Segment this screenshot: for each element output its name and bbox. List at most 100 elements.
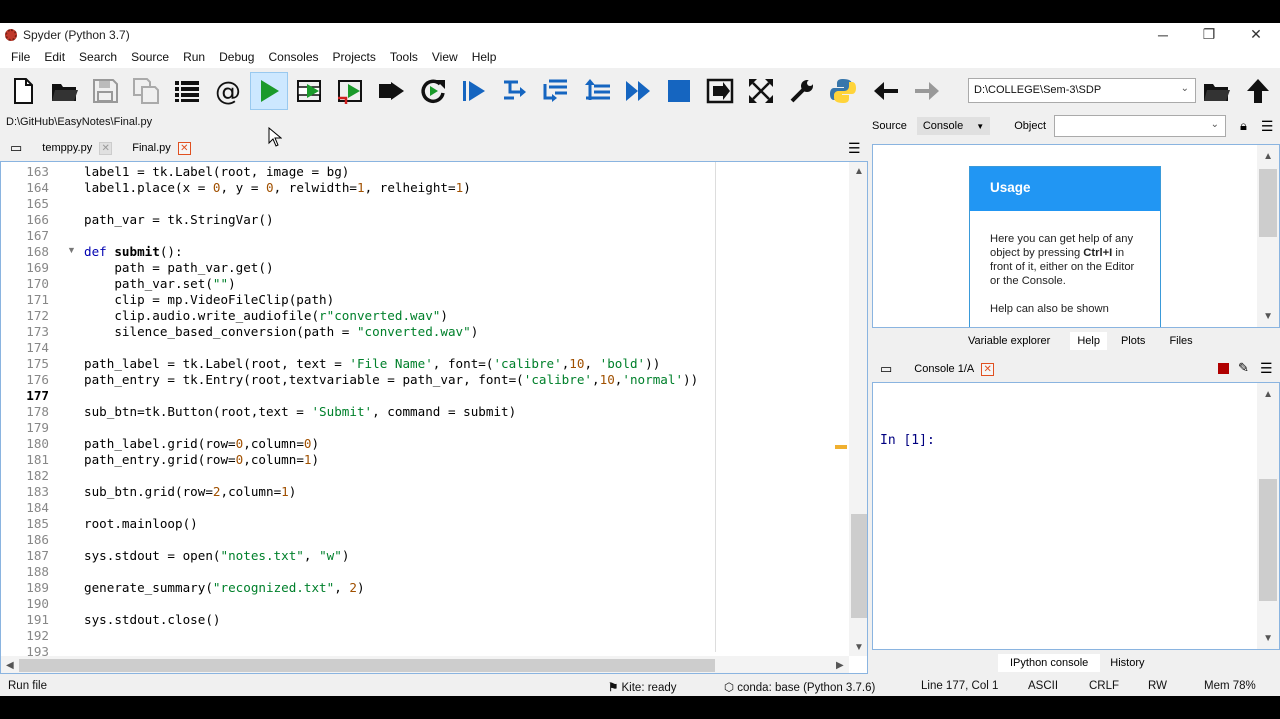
scroll-left-icon[interactable]: ◀: [6, 660, 14, 671]
close-tab-icon[interactable]: ✕: [99, 141, 113, 155]
warning-marker[interactable]: [835, 445, 847, 449]
stop-kernel-icon[interactable]: [1218, 363, 1229, 374]
code-line[interactable]: 190: [1, 596, 861, 612]
scroll-down-icon[interactable]: ▼: [854, 642, 864, 653]
lock-icon[interactable]: 🔒︎: [1240, 118, 1247, 134]
menu-edit[interactable]: Edit: [37, 50, 72, 64]
menu-projects[interactable]: Projects: [326, 50, 383, 64]
code-line[interactable]: 171 clip = mp.VideoFileClip(path): [1, 292, 861, 308]
menu-view[interactable]: View: [425, 50, 465, 64]
code-line[interactable]: 168 def submit():: [1, 244, 861, 260]
menu-file[interactable]: File: [4, 50, 37, 64]
code-line[interactable]: 178 sub_btn=tk.Button(root,text = 'Submit…: [1, 404, 861, 420]
restore-button[interactable]: ❐: [1186, 23, 1232, 46]
code-line[interactable]: 177: [1, 388, 861, 404]
code-line[interactable]: 181 path_entry.grid(row=0,column=1): [1, 452, 861, 468]
menu-consoles[interactable]: Consoles: [261, 50, 325, 64]
tab-final[interactable]: Final.py ✕: [124, 137, 199, 159]
tab-help[interactable]: Help: [1070, 332, 1107, 350]
working-directory-combo[interactable]: D:\COLLEGE\Sem-3\SDP ⌄: [968, 78, 1196, 103]
editor-options-icon[interactable]: ☰: [848, 140, 861, 157]
scroll-up-icon[interactable]: ▲: [1263, 151, 1273, 162]
menu-run[interactable]: Run: [176, 50, 212, 64]
step-icon[interactable]: [496, 72, 534, 110]
code-line[interactable]: 175 path_label = tk.Label(root, text = 'F…: [1, 356, 861, 372]
ipython-console[interactable]: In [1]: ▲ ▼: [872, 382, 1280, 650]
code-editor[interactable]: 163 label1 = tk.Label(root, image = bg) 16…: [0, 161, 868, 674]
menu-tools[interactable]: Tools: [383, 50, 425, 64]
code-line[interactable]: 192: [1, 628, 861, 644]
continue-icon[interactable]: [619, 72, 657, 110]
tab-plots[interactable]: Plots: [1121, 335, 1145, 347]
run-cell-icon[interactable]: [291, 72, 329, 110]
scroll-down-icon[interactable]: ▼: [1263, 311, 1273, 322]
preferences-icon[interactable]: [783, 72, 821, 110]
outline-icon[interactable]: [168, 72, 206, 110]
fullscreen-icon[interactable]: [742, 72, 780, 110]
tab-temppy[interactable]: temppy.py ✕: [34, 137, 120, 159]
code-line[interactable]: 170 path_var.set(""): [1, 276, 861, 292]
code-line[interactable]: 166 path_var = tk.StringVar(): [1, 212, 861, 228]
eraser-icon[interactable]: ✎: [1238, 360, 1249, 376]
help-options-icon[interactable]: ☰: [1261, 118, 1274, 135]
console-options-icon[interactable]: ☰: [1260, 360, 1273, 377]
tab-files[interactable]: Files: [1169, 335, 1192, 347]
code-line[interactable]: 187 sys.stdout = open("notes.txt", "w"): [1, 548, 861, 564]
code-line[interactable]: 183 sub_btn.grid(row=2,column=1): [1, 484, 861, 500]
code-line[interactable]: 174: [1, 340, 861, 356]
close-tab-icon[interactable]: ✕: [981, 362, 995, 376]
browse-directory-icon[interactable]: [1197, 72, 1235, 110]
save-icon[interactable]: [86, 72, 124, 110]
editor-vertical-scroll-thumb[interactable]: [851, 514, 867, 618]
scroll-up-icon[interactable]: ▲: [1263, 389, 1273, 400]
open-file-icon[interactable]: [45, 72, 83, 110]
back-icon[interactable]: [867, 72, 905, 110]
debug-icon[interactable]: [455, 72, 493, 110]
browse-tabs-icon[interactable]: ▭: [880, 361, 892, 377]
code-line[interactable]: 191 sys.stdout.close(): [1, 612, 861, 628]
code-line[interactable]: 182: [1, 468, 861, 484]
step-return-icon[interactable]: [578, 72, 616, 110]
code-line[interactable]: 180 path_label.grid(row=0,column=0): [1, 436, 861, 452]
parent-directory-icon[interactable]: [1239, 72, 1277, 110]
minimize-button[interactable]: ─: [1140, 23, 1186, 46]
help-source-select[interactable]: Console ▼: [916, 117, 991, 135]
step-into-icon[interactable]: [537, 72, 575, 110]
code-line[interactable]: 169 path = path_var.get(): [1, 260, 861, 276]
run-selection-icon[interactable]: [373, 72, 411, 110]
menu-help[interactable]: Help: [465, 50, 504, 64]
run-cell-advance-icon[interactable]: [332, 72, 370, 110]
code-line[interactable]: 184: [1, 500, 861, 516]
tab-history[interactable]: History: [1110, 657, 1144, 669]
python-path-icon[interactable]: [824, 72, 862, 110]
help-object-input[interactable]: ⌄: [1054, 115, 1226, 137]
menu-debug[interactable]: Debug: [212, 50, 261, 64]
at-sign-icon[interactable]: @: [209, 72, 247, 110]
code-line[interactable]: 164 label1.place(x = 0, y = 0, relwidth=1…: [1, 180, 861, 196]
menu-source[interactable]: Source: [124, 50, 176, 64]
code-line[interactable]: 188: [1, 564, 861, 580]
tab-variable-explorer[interactable]: Variable explorer: [968, 335, 1050, 347]
close-tab-icon[interactable]: ✕: [177, 141, 191, 155]
browse-tabs-icon[interactable]: ▭: [10, 140, 22, 156]
scroll-up-icon[interactable]: ▲: [854, 166, 864, 177]
scroll-down-icon[interactable]: ▼: [1263, 633, 1273, 644]
code-line[interactable]: 176 path_entry = tk.Entry(root,textvariab…: [1, 372, 861, 388]
chevron-down-icon[interactable]: ⌄: [1211, 119, 1219, 130]
tab-ipython-console[interactable]: IPython console: [998, 654, 1101, 672]
stop-icon[interactable]: [660, 72, 698, 110]
scroll-right-icon[interactable]: ▶: [836, 660, 844, 671]
menu-search[interactable]: Search: [72, 50, 124, 64]
code-line[interactable]: 189 generate_summary("recognized.txt", 2): [1, 580, 861, 596]
maximize-pane-icon[interactable]: [701, 72, 739, 110]
code-line[interactable]: 185 root.mainloop(): [1, 516, 861, 532]
run-icon[interactable]: [250, 72, 288, 110]
new-file-icon[interactable]: [4, 72, 42, 110]
close-button[interactable]: ✕: [1233, 23, 1279, 46]
code-line[interactable]: 165: [1, 196, 861, 212]
tab-console-1a[interactable]: Console 1/A ✕: [906, 358, 1002, 380]
chevron-down-icon[interactable]: ⌄: [1181, 83, 1189, 94]
console-scroll-thumb[interactable]: [1259, 479, 1277, 601]
code-line[interactable]: 186: [1, 532, 861, 548]
save-all-icon[interactable]: [127, 72, 165, 110]
